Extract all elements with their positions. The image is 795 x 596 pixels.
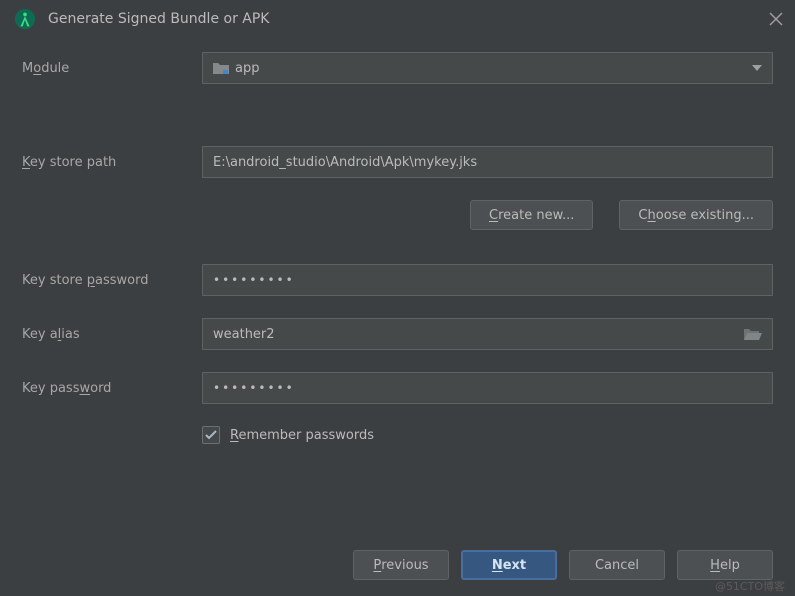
remember-passwords-label: Remember passwords (230, 428, 374, 443)
cancel-button[interactable]: Cancel (569, 550, 665, 580)
check-icon (205, 430, 217, 440)
keystore-password-label: Key store password (22, 273, 202, 288)
window-title: Generate Signed Bundle or APK (48, 11, 769, 27)
remember-passwords-checkbox[interactable] (202, 426, 220, 444)
keystore-password-input[interactable]: ••••••••• (202, 264, 773, 296)
key-password-input[interactable]: ••••••••• (202, 372, 773, 404)
key-password-label: Key password (22, 381, 202, 396)
keystore-path-label: Key store path (22, 155, 202, 170)
module-folder-icon (213, 61, 229, 75)
key-alias-input[interactable]: weather2 (202, 318, 773, 350)
android-studio-icon (14, 8, 36, 30)
keystore-path-input[interactable]: E:\android_studio\Android\Apk\mykey.jks (202, 146, 773, 178)
key-alias-label: Key alias (22, 327, 202, 342)
choose-existing-button[interactable]: Choose existing... (619, 200, 773, 230)
open-folder-icon[interactable] (744, 327, 762, 341)
help-button[interactable]: Help (677, 550, 773, 580)
title-bar: Generate Signed Bundle or APK (0, 0, 795, 42)
chevron-down-icon (752, 65, 762, 71)
module-combobox[interactable]: app (202, 52, 773, 84)
module-value: app (235, 61, 259, 76)
dialog-footer: Previous Next Cancel Help (0, 538, 795, 596)
previous-button[interactable]: Previous (353, 550, 449, 580)
module-label: Module (22, 61, 202, 76)
create-new-button[interactable]: Create new... (470, 200, 593, 230)
next-button[interactable]: Next (461, 550, 557, 580)
close-icon[interactable] (769, 12, 783, 26)
